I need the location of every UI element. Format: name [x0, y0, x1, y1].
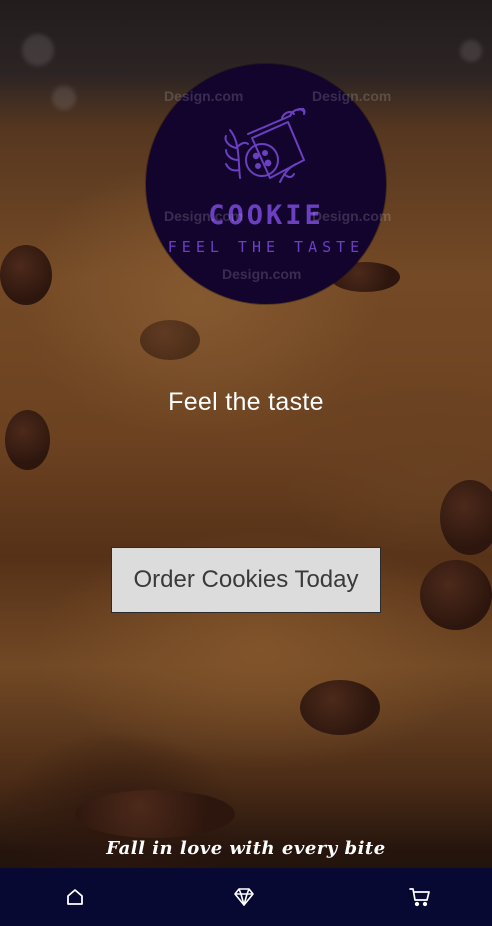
watermark: Design.com: [312, 88, 392, 104]
bottom-navigation-bar: [0, 868, 492, 926]
nav-home-button[interactable]: [45, 868, 105, 926]
home-icon: [67, 889, 83, 905]
order-cookies-button[interactable]: Order Cookies Today: [111, 547, 381, 613]
nav-diamond-button[interactable]: [214, 868, 274, 926]
watermark: Design.com: [164, 88, 244, 104]
watermark: Design.com: [222, 266, 302, 282]
order-cookies-button-label: Order Cookies Today: [133, 566, 359, 593]
logo-tagline-text: FEEL THE TASTE: [167, 238, 365, 256]
watermark: Design.com: [312, 208, 392, 224]
app-screen: COOKIE FEEL THE TASTE Design.com Design.…: [0, 0, 492, 926]
cookie-jar-icon: [224, 108, 306, 183]
nav-cart-button[interactable]: [390, 868, 450, 926]
hero-headline: Feel the taste: [168, 388, 324, 416]
footer-slogan: Fall in love with every bite: [106, 838, 386, 859]
diamond-icon: [234, 888, 254, 906]
cart-icon: [409, 888, 430, 907]
watermark: Design.com: [164, 208, 244, 224]
